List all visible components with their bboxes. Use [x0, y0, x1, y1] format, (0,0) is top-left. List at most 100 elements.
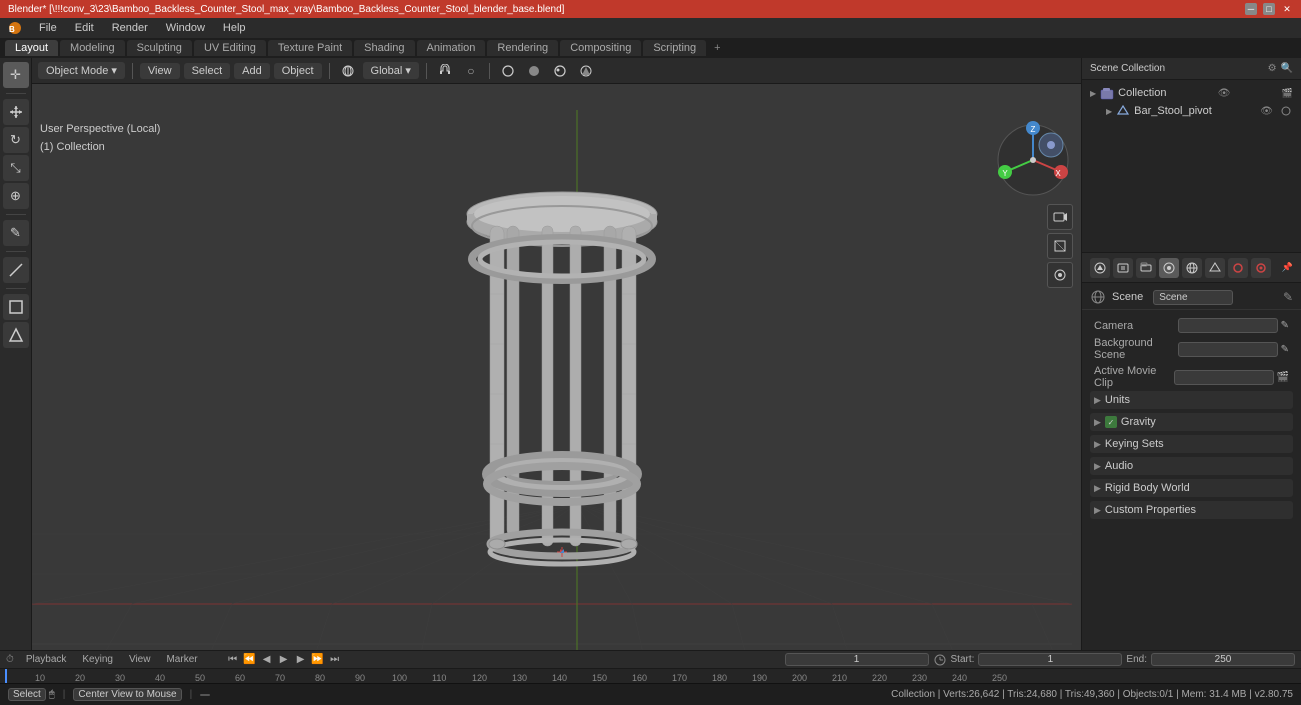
rotate-tool-button[interactable]: ↻ [3, 127, 29, 153]
transform-tool-button[interactable]: ⊕ [3, 183, 29, 209]
prop-header-pin-icon[interactable]: 📌 [1282, 262, 1293, 273]
cursor-tool-button[interactable]: ✛ [3, 62, 29, 88]
custom-props-header[interactable]: ▶ Custom Properties [1090, 501, 1293, 519]
move-tool-button[interactable] [3, 99, 29, 125]
wireframe-icon[interactable] [497, 60, 519, 82]
audio-section-header[interactable]: ▶ Audio [1090, 457, 1293, 475]
output-properties-tab[interactable] [1113, 258, 1133, 278]
menu-file[interactable]: File [31, 20, 65, 36]
tab-layout[interactable]: Layout [5, 40, 58, 56]
add-workspace-button[interactable]: + [708, 40, 726, 56]
current-frame-input[interactable] [785, 653, 929, 666]
bg-scene-pick-icon[interactable]: ✎ [1281, 344, 1289, 355]
material-preview-icon[interactable] [549, 60, 571, 82]
proportional-edit-icon[interactable]: ○ [460, 60, 482, 82]
outliner-filter-icon[interactable]: ⚙ [1268, 63, 1277, 74]
render-tab-icon [1093, 261, 1107, 275]
solid-icon[interactable] [523, 60, 545, 82]
scene-container[interactable]: User Perspective (Local) (1) Collection … [32, 84, 1081, 650]
object-properties-tab[interactable] [1205, 258, 1225, 278]
viewport[interactable]: Object Mode ▾ View Select Add Object Glo… [32, 58, 1081, 650]
menu-render[interactable]: Render [104, 20, 156, 36]
barstool-extra-icon[interactable] [1279, 104, 1293, 118]
world-properties-tab[interactable] [1182, 258, 1202, 278]
movie-clip-pick-icon[interactable]: 🎬 [1277, 372, 1289, 383]
keying-menu[interactable]: Keying [78, 653, 117, 666]
tab-sculpting[interactable]: Sculpting [127, 40, 192, 56]
solid-mode-icon [527, 64, 541, 78]
timeline-icon[interactable]: ⏱ [6, 654, 14, 665]
maximize-button[interactable]: □ [1263, 3, 1275, 15]
viewlayer-properties-tab[interactable] [1136, 258, 1156, 278]
scene-properties-tab[interactable] [1159, 258, 1179, 278]
constraints-tab[interactable] [1251, 258, 1271, 278]
orthographic-button[interactable] [1047, 233, 1073, 259]
tab-uv-editing[interactable]: UV Editing [194, 40, 266, 56]
timeline-view-menu[interactable]: View [125, 653, 155, 666]
minimize-button[interactable]: ─ [1245, 3, 1257, 15]
add-object-button[interactable] [3, 294, 29, 320]
global-transform-btn[interactable]: Global ▾ [363, 62, 419, 79]
barstool-visibility-icon[interactable]: 👁 [1260, 106, 1273, 117]
jump-end-button[interactable]: ⏭ [328, 653, 342, 667]
timeline-body[interactable]: 10 20 30 40 50 60 70 80 90 100 110 120 1… [0, 669, 1301, 683]
camera-view-button[interactable] [1047, 204, 1073, 230]
menu-help[interactable]: Help [215, 20, 254, 36]
movie-clip-input[interactable] [1174, 370, 1274, 385]
collection-render-icon[interactable]: 🎬 [1282, 88, 1293, 99]
select-menu[interactable]: Select [184, 63, 231, 79]
outliner-item-barstool[interactable]: ▶ Bar_Stool_pivot 👁 [1082, 102, 1301, 120]
tab-modeling[interactable]: Modeling [60, 40, 125, 56]
step-back-button[interactable]: ⏪ [243, 653, 257, 667]
camera-pick-icon[interactable]: ✎ [1281, 320, 1289, 331]
svg-text:200: 200 [792, 673, 807, 683]
menu-edit[interactable]: Edit [67, 20, 102, 36]
rendered-mode-icon [579, 64, 593, 78]
viewport-gizmo[interactable]: X Y Z [993, 120, 1073, 200]
mode-select[interactable]: Object Mode ▾ [38, 62, 125, 79]
properties-panel: 📌 Scene ✎ Camera ✎ [1082, 253, 1301, 650]
add-mesh-button[interactable] [3, 322, 29, 348]
render-properties-tab[interactable] [1090, 258, 1110, 278]
global-transform-icon[interactable] [337, 60, 359, 82]
local-view-button[interactable] [1047, 262, 1073, 288]
rigid-body-header[interactable]: ▶ Rigid Body World [1090, 479, 1293, 497]
playback-menu[interactable]: Playback [22, 653, 71, 666]
gravity-checkbox[interactable]: ✓ [1105, 416, 1117, 428]
end-frame-input[interactable] [1151, 653, 1295, 666]
play-button[interactable]: ▶ [277, 653, 291, 667]
jump-start-button[interactable]: ⏮ [226, 653, 240, 667]
next-keyframe-button[interactable]: ▶ [294, 653, 308, 667]
tab-rendering[interactable]: Rendering [487, 40, 558, 56]
gravity-section-header[interactable]: ▶ ✓ Gravity [1090, 413, 1293, 431]
view-menu[interactable]: View [140, 63, 180, 79]
tab-scripting[interactable]: Scripting [643, 40, 706, 56]
outliner-item-collection[interactable]: ▶ Collection 👁 🎬 [1082, 84, 1301, 102]
scale-tool-button[interactable]: ⤡ [3, 155, 29, 181]
add-menu[interactable]: Add [234, 63, 270, 79]
menu-window[interactable]: Window [158, 20, 213, 36]
collection-visibility-icon[interactable]: 👁 [1218, 88, 1231, 99]
outliner-search-icon[interactable]: 🔍 [1281, 63, 1293, 74]
snap-toggle-icon[interactable] [434, 60, 456, 82]
prev-keyframe-button[interactable]: ◀ [260, 653, 274, 667]
bg-scene-input[interactable] [1178, 342, 1278, 357]
annotate-tool-button[interactable]: ✎ [3, 220, 29, 246]
measure-tool-button[interactable] [3, 257, 29, 283]
rendered-icon[interactable] [575, 60, 597, 82]
start-frame-input[interactable] [978, 653, 1122, 666]
object-menu[interactable]: Object [274, 63, 322, 79]
scene-name-input[interactable] [1153, 290, 1233, 305]
camera-input[interactable] [1178, 318, 1278, 333]
marker-menu[interactable]: Marker [162, 653, 201, 666]
tab-shading[interactable]: Shading [354, 40, 414, 56]
keying-sets-header[interactable]: ▶ Keying Sets [1090, 435, 1293, 453]
physics-properties-tab[interactable] [1228, 258, 1248, 278]
step-forward-button[interactable]: ⏩ [311, 653, 325, 667]
scene-edit-icon[interactable]: ✎ [1283, 290, 1293, 304]
units-section-header[interactable]: ▶ Units [1090, 391, 1293, 409]
tab-animation[interactable]: Animation [417, 40, 486, 56]
tab-compositing[interactable]: Compositing [560, 40, 641, 56]
close-button[interactable]: ✕ [1281, 3, 1293, 15]
tab-texture-paint[interactable]: Texture Paint [268, 40, 352, 56]
